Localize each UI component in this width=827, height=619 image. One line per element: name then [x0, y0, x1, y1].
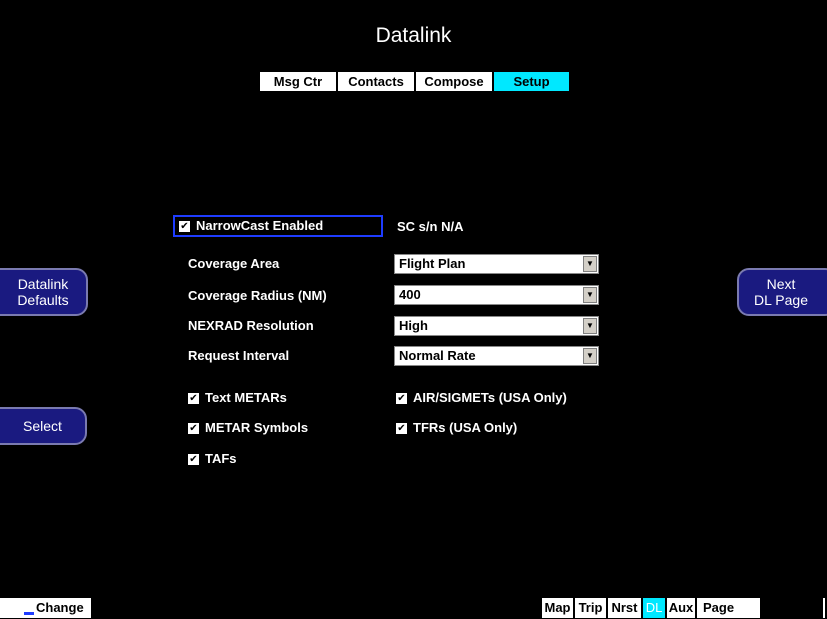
chevron-down-icon[interactable]: ▼: [583, 256, 597, 272]
coverage-area-label: Coverage Area: [188, 256, 280, 271]
tfrs-checkbox[interactable]: ✔ TFRs (USA Only): [396, 420, 517, 435]
airsigmets-label: AIR/SIGMETs (USA Only): [413, 390, 567, 405]
text-metars-label: Text METARs: [205, 390, 287, 405]
coverage-radius-value: 400: [399, 287, 421, 302]
tab-compose[interactable]: Compose: [416, 72, 494, 91]
chevron-down-icon[interactable]: ▼: [583, 318, 597, 334]
chevron-down-icon[interactable]: ▼: [583, 348, 597, 364]
nexrad-resolution-label: NEXRAD Resolution: [188, 318, 314, 333]
checkbox-checked-icon: ✔: [188, 423, 199, 435]
narrowcast-label: NarrowCast Enabled: [196, 218, 324, 233]
page-tab-nrst[interactable]: Nrst: [608, 598, 643, 618]
select-button[interactable]: Select: [0, 407, 87, 445]
datalink-defaults-button[interactable]: Datalink Defaults: [0, 268, 88, 316]
metar-symbols-checkbox[interactable]: ✔ METAR Symbols: [188, 420, 308, 435]
page-tab-page[interactable]: Page: [697, 598, 760, 618]
nexrad-resolution-select[interactable]: High ▼: [394, 316, 599, 336]
page-tab-aux[interactable]: Aux: [667, 598, 697, 618]
checkbox-checked-icon: ✔: [188, 393, 199, 405]
tab-setup[interactable]: Setup: [494, 72, 569, 91]
checkbox-checked-icon: ✔: [179, 221, 190, 233]
request-interval-label: Request Interval: [188, 348, 290, 363]
airsigmets-checkbox[interactable]: ✔ AIR/SIGMETs (USA Only): [396, 390, 567, 405]
cursor-indicator-icon: [24, 612, 34, 615]
next-dl-page-button[interactable]: Next DL Page: [737, 268, 827, 316]
bottom-corner-divider: [823, 598, 825, 618]
change-softkey[interactable]: Change: [0, 598, 91, 618]
tfrs-label: TFRs (USA Only): [413, 420, 518, 435]
narrowcast-checkbox[interactable]: ✔ NarrowCast Enabled: [173, 215, 383, 237]
coverage-radius-select[interactable]: 400 ▼: [394, 285, 599, 305]
page-tab-trip[interactable]: Trip: [575, 598, 608, 618]
tab-contacts[interactable]: Contacts: [338, 72, 416, 91]
coverage-radius-label: Coverage Radius (NM): [188, 288, 327, 303]
nexrad-resolution-value: High: [399, 318, 428, 333]
request-interval-select[interactable]: Normal Rate ▼: [394, 346, 599, 366]
change-label: Change: [36, 600, 84, 615]
coverage-area-value: Flight Plan: [399, 256, 466, 271]
metar-symbols-label: METAR Symbols: [205, 420, 309, 435]
text-metars-checkbox[interactable]: ✔ Text METARs: [188, 390, 287, 405]
coverage-area-select[interactable]: Flight Plan ▼: [394, 254, 599, 274]
tab-msg-ctr[interactable]: Msg Ctr: [260, 72, 338, 91]
request-interval-value: Normal Rate: [399, 348, 476, 363]
tab-bar: Msg Ctr Contacts Compose Setup: [260, 72, 569, 91]
tafs-label: TAFs: [205, 451, 237, 466]
page-group-bar: Map Trip Nrst DL Aux Page: [542, 598, 760, 618]
chevron-down-icon[interactable]: ▼: [583, 287, 597, 303]
checkbox-checked-icon: ✔: [188, 454, 199, 466]
tafs-checkbox[interactable]: ✔ TAFs: [188, 451, 237, 466]
page-tab-map[interactable]: Map: [542, 598, 575, 618]
page-tab-dl[interactable]: DL: [643, 598, 667, 618]
checkbox-checked-icon: ✔: [396, 393, 407, 405]
page-title: Datalink: [375, 24, 452, 47]
checkbox-checked-icon: ✔: [396, 423, 407, 435]
serial-number: SC s/n N/A: [397, 219, 464, 234]
